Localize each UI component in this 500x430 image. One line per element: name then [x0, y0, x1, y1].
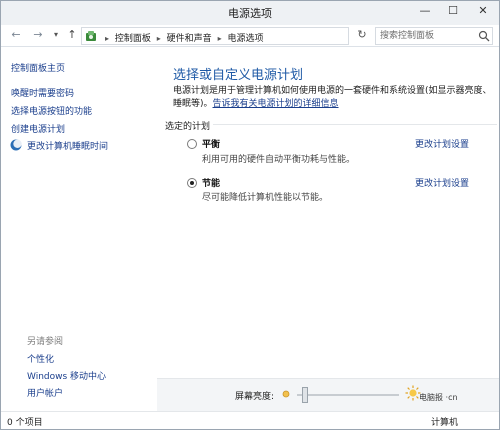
maximize-button[interactable]: ☐ [439, 1, 467, 23]
forward-arrow-icon[interactable]: → [31, 28, 45, 42]
search-input[interactable] [380, 29, 476, 43]
selected-plans-heading: 选定的计划 [165, 122, 211, 132]
breadcrumb-separator-icon[interactable]: ▸ [157, 34, 161, 43]
status-bar: 0 个项目 计算机 [1, 411, 499, 429]
control-panel-home-link[interactable]: 控制面板主页 [11, 61, 65, 74]
power-saver-plan-radio[interactable] [187, 178, 197, 188]
brightness-slider[interactable] [297, 394, 399, 396]
search-icon[interactable] [478, 30, 490, 42]
breadcrumb-power-options[interactable]: 电源选项 [227, 31, 263, 44]
left-task-pane: 控制面板主页 唤醒时需要密码 选择电源按钮的功能 创建电源计划 更改计算机睡眠时… [1, 48, 157, 411]
up-arrow-icon[interactable]: ↑ [65, 28, 79, 42]
windows-mobility-center-link[interactable]: Windows 移动中心 [27, 369, 106, 382]
power-saver-plan-description: 尽可能降低计算机性能以节能。 [202, 193, 329, 203]
learn-more-link[interactable]: 告诉我有关电源计划的详细信息 [213, 99, 339, 109]
item-count: 0 个项目 [7, 418, 43, 428]
refresh-icon[interactable]: ↻ [355, 28, 369, 42]
power-options-window: 电源选项 — ☐ ✕ ← → ▾ ↑ ▸ 控制面板 ▸ 硬件和声音 ▸ 电源选项… [0, 0, 500, 430]
breadcrumb-control-panel[interactable]: 控制面板 [115, 31, 151, 44]
page-description: 电源计划是用于管理计算机如何使用电源的一套硬件和系统设置(如显示器亮度、睡眠等)… [173, 85, 493, 111]
balanced-change-settings-link[interactable]: 更改计划设置 [415, 137, 469, 150]
see-also-heading: 另请参阅 [27, 337, 64, 347]
moon-icon [10, 139, 22, 151]
control-panel-icon [86, 31, 96, 41]
watermark: 电脑报 ·cn [419, 393, 458, 402]
brightness-slider-thumb[interactable] [301, 387, 308, 403]
recent-locations-chevron-icon[interactable]: ▾ [49, 28, 63, 42]
brightness-label: 屏幕亮度: [235, 392, 275, 402]
brightness-bar: 屏幕亮度: 电脑报 ·cn [157, 378, 499, 411]
address-bar: ← → ▾ ↑ ▸ 控制面板 ▸ 硬件和声音 ▸ 电源选项 ▾ ↻ [1, 25, 499, 47]
status-location: 计算机 [431, 418, 459, 428]
user-accounts-link[interactable]: 用户帐户 [27, 386, 63, 399]
title-bar: 电源选项 — ☐ ✕ [1, 1, 499, 25]
section-divider [213, 124, 497, 125]
minimize-button[interactable]: — [411, 1, 439, 23]
search-box[interactable] [375, 27, 493, 45]
back-arrow-icon[interactable]: ← [9, 28, 23, 42]
close-button[interactable]: ✕ [467, 1, 499, 23]
personalization-link[interactable]: 个性化 [27, 352, 54, 365]
change-sleep-time-link[interactable]: 更改计算机睡眠时间 [27, 139, 108, 152]
balanced-plan-radio[interactable] [187, 139, 197, 149]
breadcrumb-hardware-sound[interactable]: 硬件和声音 [167, 31, 212, 44]
page-title: 选择或自定义电源计划 [173, 68, 304, 83]
balanced-plan-name[interactable]: 平衡 [202, 137, 220, 150]
breadcrumb-separator-icon[interactable]: ▸ [105, 34, 109, 43]
breadcrumb-separator-icon[interactable]: ▸ [218, 34, 222, 43]
dim-sun-icon [282, 390, 290, 398]
power-saver-plan-name[interactable]: 节能 [202, 176, 220, 189]
main-content: 选择或自定义电源计划 电源计划是用于管理计算机如何使用电源的一套硬件和系统设置(… [157, 48, 499, 378]
breadcrumb: ▸ 控制面板 ▸ 硬件和声音 ▸ 电源选项 [102, 31, 263, 44]
create-power-plan-link[interactable]: 创建电源计划 [11, 122, 65, 135]
address-box[interactable]: ▸ 控制面板 ▸ 硬件和声音 ▸ 电源选项 ▾ [81, 27, 420, 45]
power-saver-change-settings-link[interactable]: 更改计划设置 [415, 176, 469, 189]
power-button-action-link[interactable]: 选择电源按钮的功能 [11, 104, 92, 117]
wake-password-link[interactable]: 唤醒时需要密码 [11, 86, 74, 99]
balanced-plan-description: 利用可用的硬件自动平衡功耗与性能。 [202, 155, 356, 165]
